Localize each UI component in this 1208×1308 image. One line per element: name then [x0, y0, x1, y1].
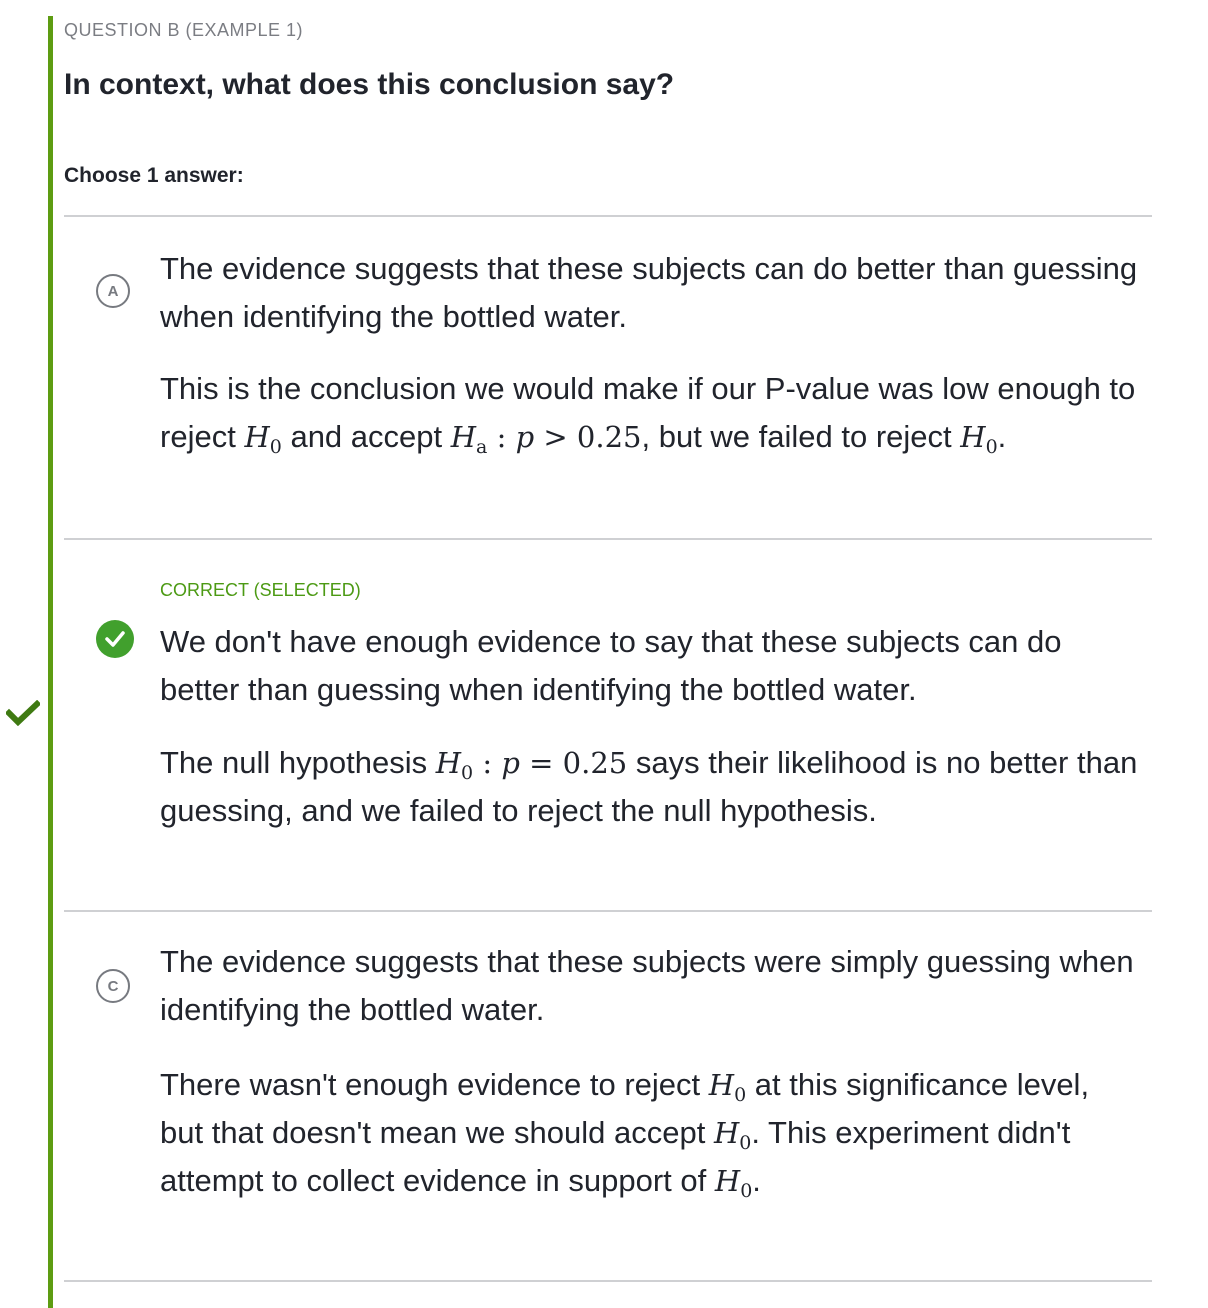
choice-b[interactable]: CORRECT (SELECTED) We don't have enough …	[64, 540, 1152, 910]
choice-a-rationale: This is the conclusion we would make if …	[160, 371, 1136, 458]
choice-c-answer: The evidence suggests that these subject…	[160, 944, 1134, 1027]
math-h0: H0	[244, 420, 282, 458]
math-h0: H0	[713, 1116, 752, 1154]
math-h0: H0	[960, 420, 998, 458]
choice-b-answer: We don't have enough evidence to say tha…	[160, 624, 1062, 707]
math-h0-eq: H0 : p = 0.25	[435, 746, 628, 784]
checkmark-icon	[6, 700, 40, 726]
divider	[64, 1280, 1152, 1282]
choose-label: Choose 1 answer:	[64, 164, 244, 187]
choice-a-answer: The evidence suggests that these subject…	[160, 251, 1138, 334]
choice-b-rationale: The null hypothesis H0 : p = 0.25 says t…	[160, 745, 1138, 828]
choice-letter-c[interactable]: C	[96, 969, 130, 1003]
math-h0: H0	[714, 1164, 753, 1202]
choice-c[interactable]: C The evidence suggests that these subje…	[64, 912, 1152, 1280]
correct-status-label: CORRECT (SELECTED)	[160, 580, 361, 600]
choice-letter-a[interactable]: A	[96, 274, 130, 308]
exercise-page: QUESTION B (EXAMPLE 1) In context, what …	[0, 0, 1208, 1308]
question-eyebrow: QUESTION B (EXAMPLE 1)	[64, 20, 304, 40]
selected-check-icon[interactable]	[96, 620, 134, 658]
choice-a[interactable]: A The evidence suggests that these subje…	[64, 217, 1152, 538]
question-title: In context, what does this conclusion sa…	[64, 68, 675, 101]
choice-c-rationale: There wasn't enough evidence to reject H…	[160, 1067, 1090, 1202]
math-h0: H0	[708, 1068, 747, 1106]
math-ha: Ha : p > 0.25	[450, 420, 642, 458]
question-accent-bar	[48, 16, 53, 1308]
